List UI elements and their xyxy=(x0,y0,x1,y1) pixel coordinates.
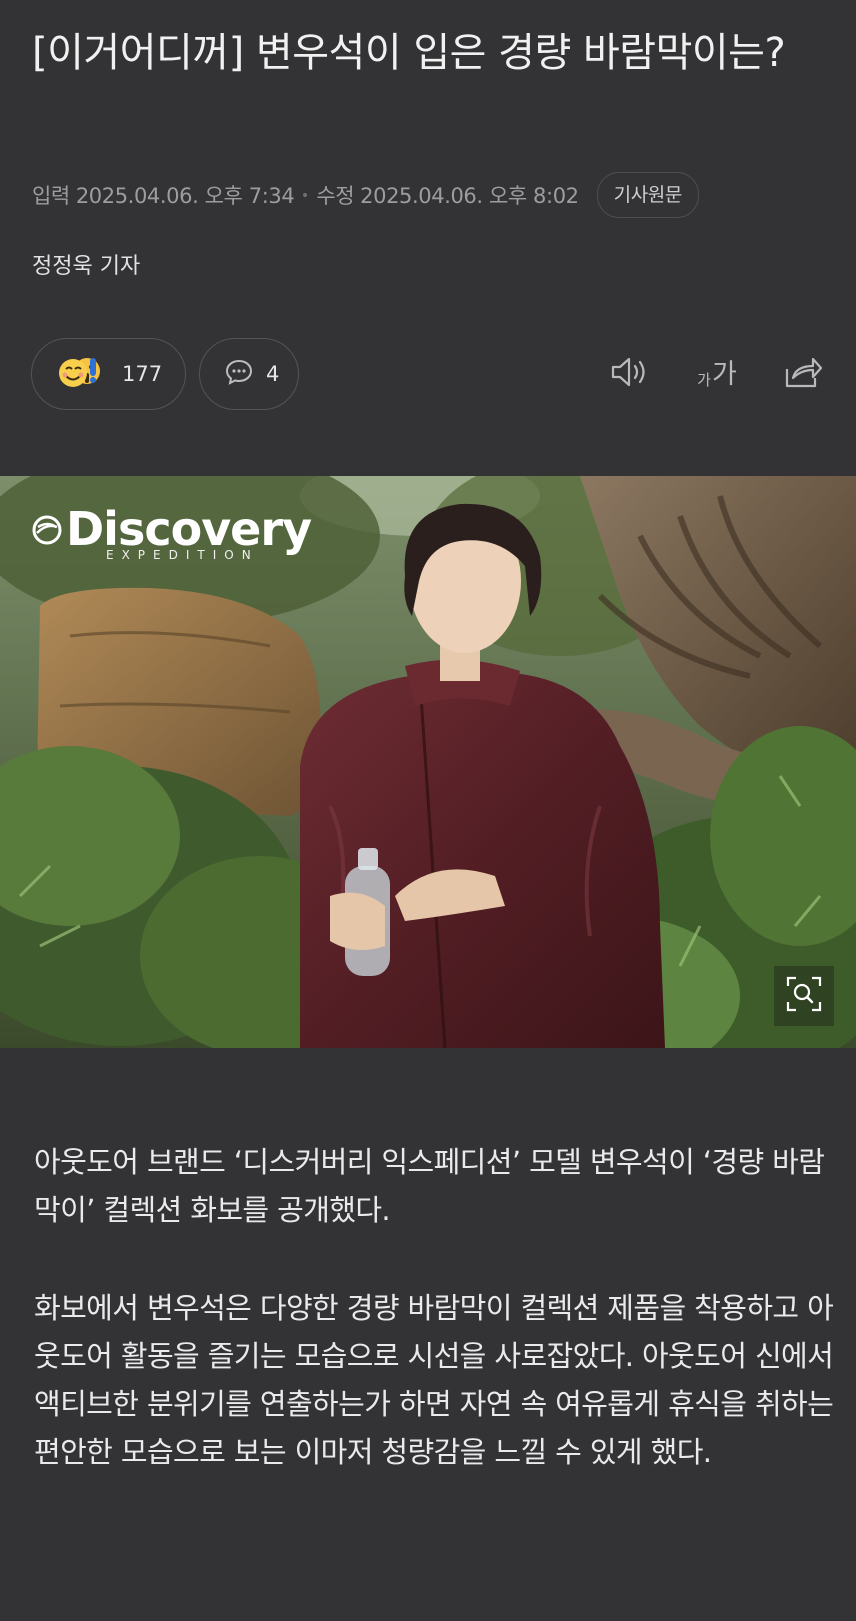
brand-swirl-icon xyxy=(32,504,66,554)
edit-time: 2025.04.06. 오후 8:02 xyxy=(360,184,579,208)
share-icon xyxy=(782,353,823,395)
input-time: 2025.04.06. 오후 7:34 xyxy=(75,184,295,208)
reaction-count: 177 xyxy=(122,362,163,386)
article-header: [이거어디꺼] 변우석이 입은 경량 바람막이는? 입력 2025.04.06.… xyxy=(0,0,856,476)
comment-button[interactable]: 4 xyxy=(199,338,299,410)
body-paragraph: 화보에서 변우석은 다양한 경량 바람막이 컬렉션 제품을 착용하고 아웃도어 … xyxy=(34,1291,834,1469)
meta-separator xyxy=(303,193,308,197)
article-photo: Discovery EXPEDITION xyxy=(0,476,856,1048)
brand-name: Discovery xyxy=(66,502,312,556)
speaker-icon xyxy=(609,354,649,394)
share-button[interactable] xyxy=(780,352,824,396)
font-size-big-glyph: 가 xyxy=(711,358,737,390)
article-meta: 입력 2025.04.06. 오후 7:34 수정 2025.04.06. 오후… xyxy=(32,172,699,218)
article-body: 아웃도어 브랜드 ‘디스커버리 익스페디션’ 모델 변우석이 ‘경량 바람막이’… xyxy=(34,1138,834,1526)
original-article-button[interactable]: 기사원문 xyxy=(596,172,699,218)
speech-bubble-icon xyxy=(224,357,254,391)
magnify-expand-icon xyxy=(784,974,824,1018)
speaker-button[interactable] xyxy=(607,352,651,396)
reaction-button[interactable]: 177 xyxy=(31,338,186,410)
edit-label: 수정 xyxy=(316,184,355,208)
font-size-icon: 가 가 xyxy=(697,361,737,388)
article-title: [이거어디꺼] 변우석이 입은 경량 바람막이는? xyxy=(32,30,786,76)
font-size-button[interactable]: 가 가 xyxy=(690,352,744,396)
smile-and-wow-emoji-icon xyxy=(54,352,110,396)
body-paragraph: 아웃도어 브랜드 ‘디스커버리 익스페디션’ 모델 변우석이 ‘경량 바람막이’… xyxy=(34,1145,825,1227)
input-label: 입력 xyxy=(32,184,70,208)
font-size-small-glyph: 가 xyxy=(697,370,711,389)
brand-logo: Discovery EXPEDITION xyxy=(32,502,312,562)
zoom-button[interactable] xyxy=(774,966,834,1026)
comment-count: 4 xyxy=(266,362,280,386)
reporter-name: 정정욱 기자 xyxy=(32,254,141,279)
